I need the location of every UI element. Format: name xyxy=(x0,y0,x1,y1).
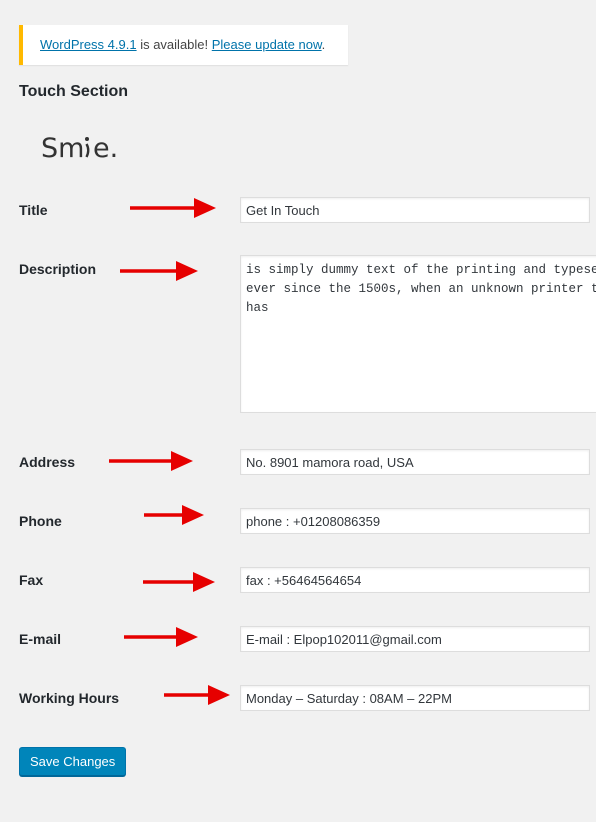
red-arrow-icon xyxy=(164,685,230,705)
smile-logo: Sm e. xyxy=(41,127,131,167)
address-input[interactable] xyxy=(240,449,590,475)
red-arrow-icon xyxy=(130,198,216,218)
working-hours-input[interactable] xyxy=(240,685,590,711)
update-notice: WordPress 4.9.1 is available! Please upd… xyxy=(19,25,348,65)
email-label: E-mail xyxy=(19,631,62,647)
update-now-link[interactable]: Please update now xyxy=(212,37,322,52)
working-hours-label: Working Hours xyxy=(19,690,120,706)
email-input[interactable] xyxy=(240,626,590,652)
title-input[interactable] xyxy=(240,197,590,223)
fax-label: Fax xyxy=(19,572,44,588)
notice-end: . xyxy=(321,37,326,52)
phone-input[interactable] xyxy=(240,508,590,534)
logo-text: Sm xyxy=(41,133,84,164)
red-arrow-icon xyxy=(144,505,204,525)
red-arrow-icon xyxy=(143,572,215,592)
red-arrow-icon xyxy=(124,627,198,647)
phone-label: Phone xyxy=(19,513,62,529)
section-title: Touch Section xyxy=(19,83,129,100)
title-label: Title xyxy=(19,202,48,218)
description-textarea[interactable]: is simply dummy text of the printing and… xyxy=(240,255,596,413)
fax-input[interactable] xyxy=(240,567,590,593)
save-changes-button[interactable]: Save Changes xyxy=(19,747,127,776)
wordpress-version-link[interactable]: WordPress 4.9.1 xyxy=(40,37,137,52)
address-label: Address xyxy=(19,454,76,470)
svg-text:e.: e. xyxy=(93,133,118,164)
red-arrow-icon xyxy=(109,451,193,471)
description-label: Description xyxy=(19,261,97,277)
red-arrow-icon xyxy=(120,261,198,281)
notice-text: is available! xyxy=(136,37,212,52)
